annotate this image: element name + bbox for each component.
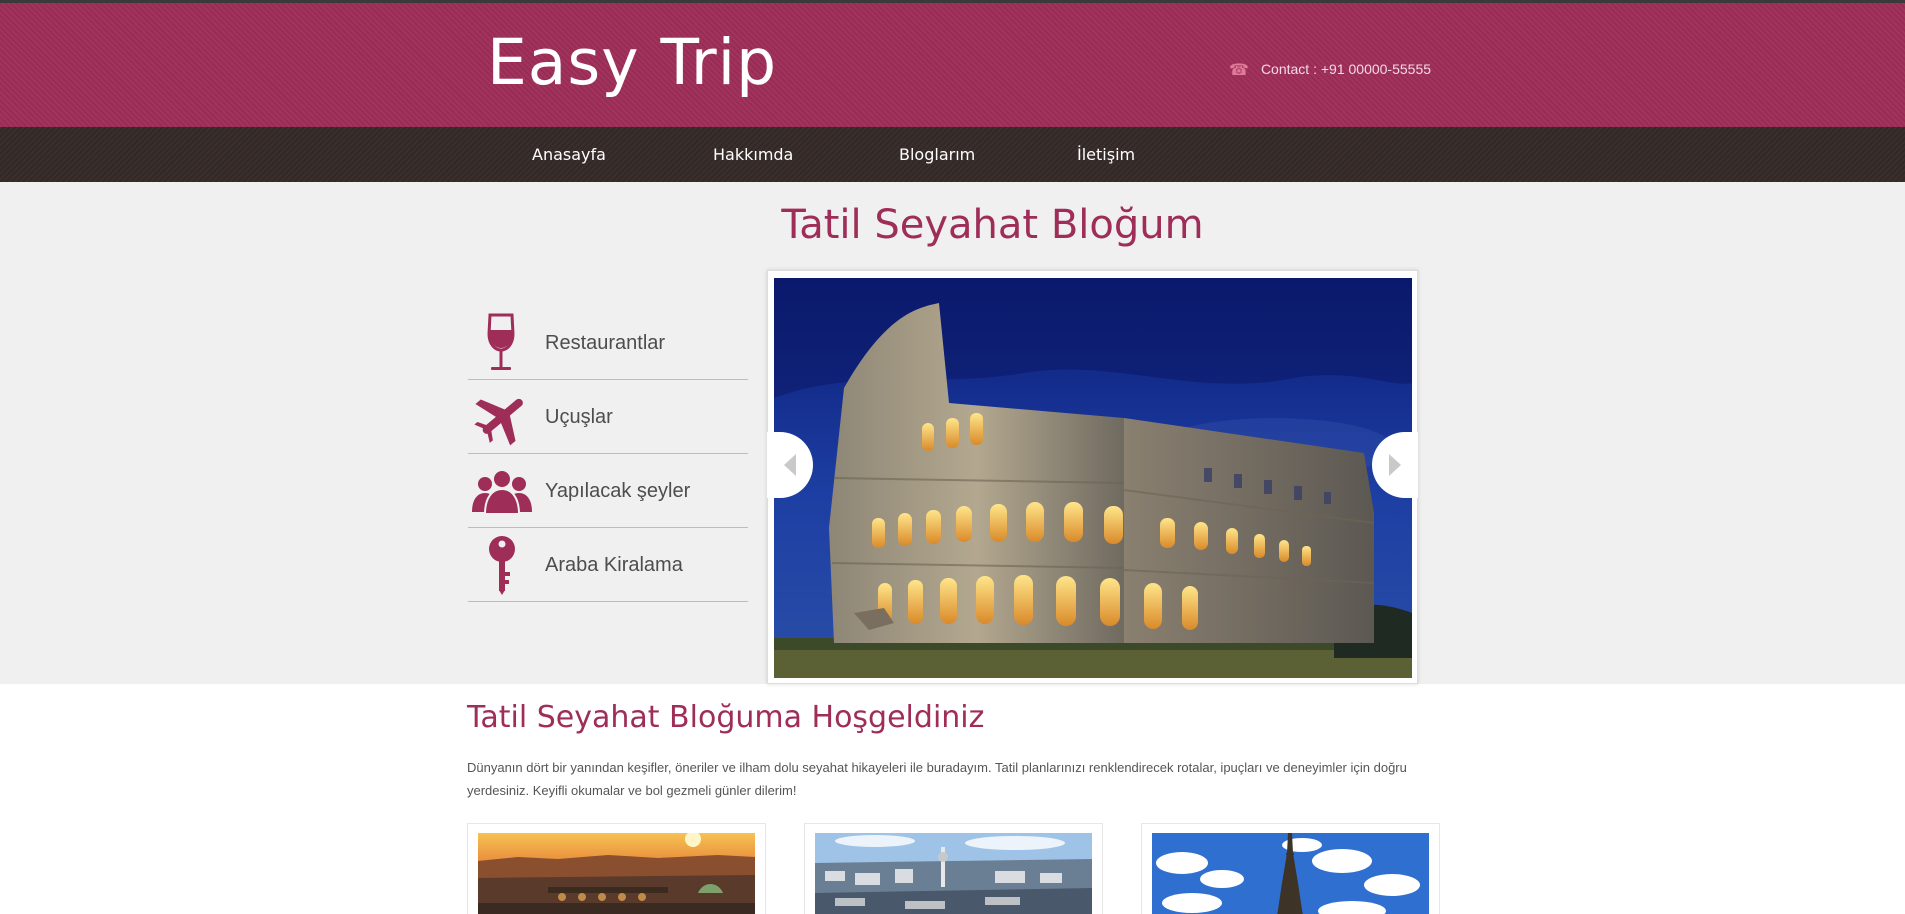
contact-text: Contact : +91 00000-55555 (1260, 61, 1432, 77)
phone-icon: ☎ (1229, 59, 1249, 79)
welcome-title: Tatil Seyahat Bloğuma Hoşgeldiniz (467, 700, 985, 735)
image-slider (767, 270, 1418, 684)
arrow-left-icon (784, 454, 796, 476)
service-item-flights[interactable]: Uçuşlar (468, 380, 748, 454)
eiffel-tower-photo (1152, 833, 1429, 914)
service-label: Araba Kiralama (545, 554, 683, 576)
service-item-restaurants[interactable]: Restaurantlar (468, 306, 748, 380)
nav-item-about[interactable]: Hakkımda (713, 127, 793, 182)
blog-card[interactable] (804, 823, 1103, 914)
blog-card[interactable] (467, 823, 766, 914)
service-label: Restaurantlar (545, 332, 666, 354)
page-title: Tatil Seyahat Bloğum (781, 202, 1204, 248)
service-item-things-to-do[interactable]: Yapılacak şeyler (468, 454, 748, 528)
prague-sunset-photo (478, 833, 755, 914)
site-header: Easy Trip ☎ Contact : +91 00000-55555 (0, 3, 1905, 127)
key-icon (489, 536, 515, 595)
nav-item-contact[interactable]: İletişim (1077, 127, 1135, 182)
service-label: Yapılacak şeyler (545, 480, 691, 502)
services-list: Restaurantlar Uçuşlar Yapılacak şeyler A… (468, 306, 748, 602)
main-nav: Anasayfa Hakkımda Bloglarım İletişim (0, 127, 1905, 182)
welcome-text: Dünyanın dört bir yanından keşifler, öne… (467, 760, 1407, 798)
site-logo[interactable]: Easy Trip (487, 23, 777, 103)
people-icon (472, 469, 532, 515)
nav-item-home[interactable]: Anasayfa (532, 127, 606, 182)
nav-item-blogs[interactable]: Bloglarım (899, 127, 975, 182)
contact-info: ☎ Contact : +91 00000-55555 (1229, 58, 1431, 80)
blog-card[interactable] (1141, 823, 1440, 914)
arrow-right-icon (1389, 454, 1401, 476)
airplane-icon (474, 398, 523, 446)
berlin-cityscape-photo (815, 833, 1092, 914)
service-item-car-rental[interactable]: Araba Kiralama (468, 528, 748, 602)
service-label: Uçuşlar (545, 406, 613, 428)
colosseum-photo (774, 278, 1412, 678)
wine-glass-icon (487, 313, 515, 370)
hero-section: Tatil Seyahat Bloğum Restaurantlar Uçuşl… (0, 182, 1905, 684)
